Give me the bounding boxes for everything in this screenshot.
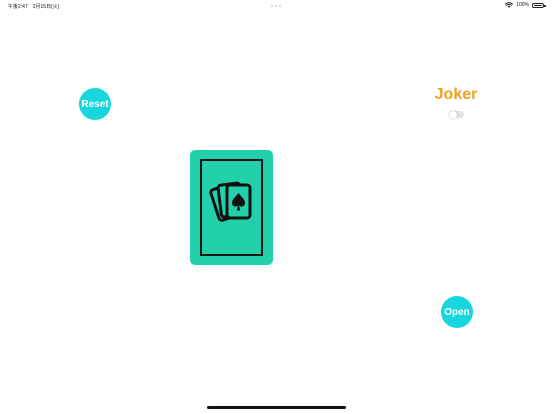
status-left: 午後2:47 2月15日(火) <box>8 3 59 10</box>
dot <box>279 5 281 7</box>
status-bar: 午後2:47 2月15日(火) 100% <box>0 0 552 12</box>
status-right: 100% <box>505 2 546 8</box>
open-button[interactable]: Open <box>441 296 473 328</box>
battery-fill <box>534 4 542 6</box>
joker-label: Joker <box>434 86 478 103</box>
toggle-knob <box>449 110 457 119</box>
playing-cards-spade-icon <box>209 181 252 222</box>
home-indicator[interactable] <box>207 406 346 409</box>
battery-icon <box>532 2 546 8</box>
battery-percent: 100% <box>516 2 529 8</box>
status-date: 2月15日(火) <box>32 4 60 10</box>
wifi-icon <box>505 2 514 8</box>
status-time: 午後2:47 <box>8 4 28 10</box>
dot <box>271 5 273 7</box>
joker-toggle[interactable] <box>449 110 464 119</box>
multitasking-dots[interactable] <box>270 5 282 7</box>
dot <box>275 5 277 7</box>
reset-button[interactable]: Reset <box>79 88 111 120</box>
